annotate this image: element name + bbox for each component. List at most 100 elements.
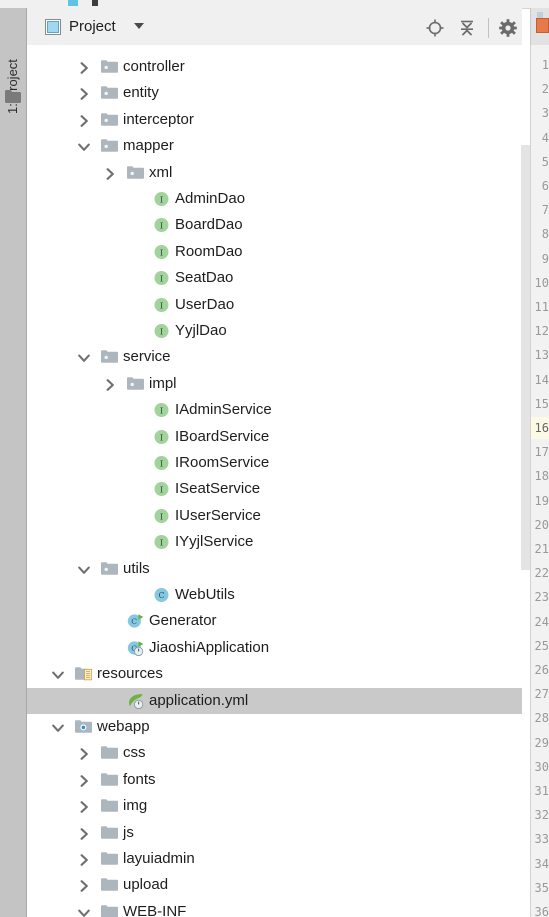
line-number: 31 [534, 784, 549, 798]
tree-row-label: IAdminService [175, 401, 272, 419]
line-number: 20 [534, 517, 549, 532]
tree-row[interactable]: I YyjlDao [27, 318, 522, 344]
svg-text:I: I [160, 512, 163, 522]
class-icon: C [153, 587, 170, 603]
tree-row[interactable]: layuiadmin [27, 846, 522, 872]
chevron-down-icon[interactable] [52, 668, 64, 680]
line-number: 27 [534, 687, 549, 702]
tree-row-label: IYyjlService [175, 533, 254, 551]
tree-row-label: service [123, 348, 171, 366]
line-number: 6 [541, 179, 549, 193]
line-number: 30 [534, 759, 549, 774]
tree-row[interactable]: I AdminDao [27, 186, 522, 212]
tree-row[interactable]: C JiaoshiApplication [27, 635, 522, 661]
toolbar-divider [488, 18, 489, 38]
line-number: 7 [541, 203, 549, 218]
project-tree[interactable]: controller entity interceptor mapper xml I Adm… [27, 45, 522, 917]
tree-row[interactable]: entity [27, 80, 522, 106]
tree-row[interactable]: resources [27, 661, 522, 687]
chevron-right-icon[interactable] [78, 774, 90, 787]
collapse-all-icon[interactable] [457, 18, 477, 38]
interface-icon: I [153, 244, 170, 260]
tree-row-label: css [123, 744, 146, 762]
interface-icon: I [153, 455, 170, 471]
tree-row[interactable]: fonts [27, 767, 522, 793]
svg-text:I: I [160, 222, 163, 232]
chevron-right-icon[interactable] [78, 827, 90, 840]
line-number: 2 [541, 82, 549, 97]
tree-row[interactable]: mapper [27, 133, 522, 159]
line-number: 34 [534, 856, 549, 871]
tree-row[interactable]: I RoomDao [27, 239, 522, 265]
tree-row-label: SeatDao [175, 269, 234, 287]
chevron-down-icon[interactable] [78, 563, 90, 575]
svg-text:C: C [158, 591, 164, 600]
chevron-down-icon[interactable] [78, 140, 90, 152]
tree-row-label: impl [149, 374, 177, 392]
package-folder-icon [127, 165, 144, 181]
svg-text:I: I [160, 539, 163, 549]
tree-row-label: BoardDao [175, 216, 243, 234]
svg-text:I: I [160, 248, 163, 258]
tree-row[interactable]: webapp [27, 714, 522, 740]
tree-row[interactable]: I IRoomService [27, 450, 522, 476]
tree-row[interactable]: img [27, 793, 522, 819]
chevron-right-icon[interactable] [104, 167, 116, 180]
tree-row[interactable]: C Generator [27, 608, 522, 634]
tree-row[interactable]: utils [27, 556, 522, 582]
chevron-right-icon[interactable] [104, 378, 116, 391]
chevron-right-icon[interactable] [78, 61, 90, 74]
tree-row[interactable]: impl [27, 371, 522, 397]
chevron-right-icon[interactable] [78, 800, 90, 814]
tree-row-label: RoomDao [175, 242, 243, 260]
interface-icon: I [153, 270, 170, 286]
tree-row[interactable]: I IBoardService [27, 424, 522, 450]
tree-vertical-scrollbar[interactable] [521, 145, 530, 570]
tree-row[interactable]: interceptor [27, 107, 522, 133]
tree-row-label: xml [149, 163, 173, 181]
plain-folder-icon [101, 904, 118, 917]
line-number: 29 [534, 735, 549, 750]
tree-row[interactable]: controller [27, 54, 522, 80]
line-number: 36 [534, 905, 549, 917]
tree-row[interactable]: upload [27, 872, 522, 898]
tool-window-tab-project[interactable]: 1: Project [0, 8, 26, 120]
chevron-down-icon[interactable] [134, 23, 144, 29]
tree-row[interactable]: js [27, 820, 522, 846]
line-number: 5 [541, 154, 549, 169]
line-number: 28 [534, 711, 549, 726]
tree-row[interactable]: I IUserService [27, 503, 522, 529]
tree-row-label: application.yml [149, 691, 249, 709]
tree-row[interactable]: WEB-INF [27, 899, 522, 917]
chevron-down-icon[interactable] [78, 906, 90, 917]
editor-line-number-gutter: 1 2 3 4 5 6 7 8 9 10 11 12 13 14 15 16 17 18 19 20 21 22 23 24 2… [530, 45, 549, 917]
tree-row[interactable]: service [27, 344, 522, 370]
chevron-right-icon[interactable] [78, 747, 90, 761]
tree-row[interactable]: xml [27, 160, 522, 186]
tree-row[interactable]: I IAdminService [27, 397, 522, 423]
chevron-right-icon[interactable] [78, 114, 90, 127]
tree-row[interactable]: I IYyjlService [27, 529, 522, 555]
chevron-right-icon[interactable] [78, 853, 90, 866]
gear-icon[interactable] [498, 18, 518, 38]
chevron-right-icon[interactable] [78, 87, 90, 101]
package-folder-icon [127, 376, 144, 392]
svg-text:I: I [160, 275, 163, 285]
chevron-down-icon[interactable] [52, 721, 64, 733]
tree-row[interactable]: C WebUtils [27, 582, 522, 608]
tree-row[interactable]: I ISeatService [27, 476, 522, 502]
tree-row-label: js [123, 823, 134, 841]
tree-row[interactable]: I UserDao [27, 292, 522, 318]
tree-row[interactable]: application.yml [27, 687, 522, 714]
locate-icon[interactable] [425, 18, 445, 38]
tree-row[interactable]: I BoardDao [27, 212, 522, 238]
tree-row-label: img [123, 797, 148, 815]
chevron-right-icon[interactable] [78, 879, 90, 893]
line-number: 1 [541, 58, 549, 72]
tree-row[interactable]: css [27, 740, 522, 766]
plain-folder-icon [101, 851, 118, 867]
line-number: 32 [534, 808, 549, 823]
tree-row[interactable]: I SeatDao [27, 265, 522, 291]
chevron-down-icon[interactable] [78, 351, 90, 363]
tree-row-label: entity [123, 84, 159, 102]
